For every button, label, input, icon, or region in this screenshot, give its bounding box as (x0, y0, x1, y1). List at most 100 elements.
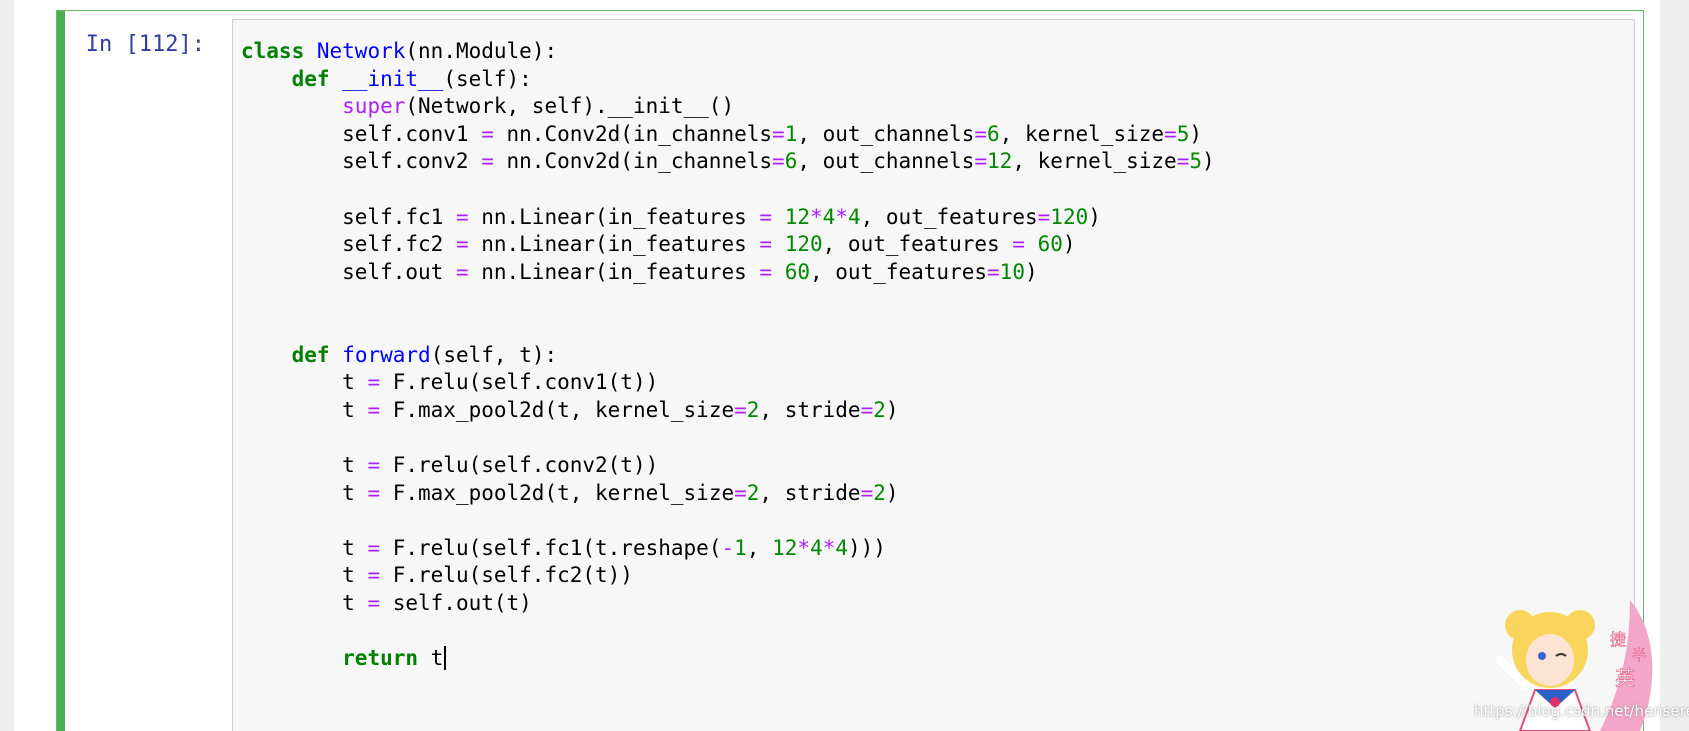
code-token-name: self.conv1 (241, 121, 482, 146)
code-token-op: - (721, 535, 735, 560)
code-token-num: 12 (772, 535, 798, 560)
code-token-num: 1 (784, 121, 798, 146)
code-token-op: = (367, 535, 381, 560)
code-token-num: 120 (1050, 204, 1089, 229)
code-editor[interactable]: class Network(nn.Module): def __init__(s… (232, 19, 1635, 731)
code-token-name: nn.Conv2d(in_channels (493, 121, 773, 146)
code-token-op: = (860, 397, 874, 422)
code-token-op: = (1012, 232, 1025, 257)
code-line: t = F.max_pool2d(t, kernel_size=2, strid… (241, 480, 898, 506)
code-token-num: 120 (784, 232, 823, 257)
notebook-panel: class Network(nn.Module): def __init__(s… (14, 0, 1660, 731)
code-token-op: * (797, 535, 811, 560)
code-token-op: = (860, 480, 874, 505)
code-token-op: = (759, 204, 773, 229)
code-token-num: 2 (746, 397, 760, 422)
code-token-punc: ) (1189, 121, 1203, 146)
code-token-name: self.fc2 (241, 232, 456, 257)
code-token-op: = (734, 397, 747, 422)
code-token-num: 5 (1189, 149, 1202, 174)
code-token-name: F.relu(self.fc2(t)) (380, 563, 633, 588)
text-cursor (444, 646, 447, 671)
code-token-punc: ))) (848, 535, 886, 560)
code-token-name (772, 232, 785, 256)
code-token-name: self.conv2 (241, 149, 482, 174)
code-line: self.conv2 = nn.Conv2d(in_channels = 6, ou… (241, 148, 1215, 174)
code-token-name: F.relu(self.fc1(t.reshape( (380, 535, 722, 560)
code-token-name: t (241, 453, 368, 477)
code-token-punc: ) (1202, 149, 1215, 174)
code-token-op: = (1164, 121, 1177, 146)
code-token-op: = (734, 480, 747, 505)
watermark-url: https://blog.csdn.net/hensere (1474, 702, 1689, 720)
code-token-punc: ) (1088, 204, 1101, 229)
code-token-op: * (835, 204, 848, 229)
code-token-op: = (455, 204, 469, 229)
code-token-punc: , out_features (810, 259, 988, 284)
code-token-name (1025, 232, 1038, 256)
cell-selected-bar (57, 11, 65, 731)
code-token-name (241, 646, 342, 670)
code-token-punc: (self): (443, 66, 532, 91)
code-token-punc: (Network, self).__init__() (405, 94, 735, 119)
code-token-name: nn.Linear(in_features (468, 232, 760, 257)
code-token-name (241, 67, 292, 91)
code-token-name: t (241, 591, 368, 615)
code-line: class Network(nn.Module): (241, 38, 557, 64)
code-token-op: = (974, 149, 988, 174)
code-token-num: 2 (873, 480, 886, 505)
code-token-op: * (822, 535, 836, 560)
code-token-op: = (367, 480, 381, 505)
code-token-op: = (1176, 149, 1190, 174)
code-token-num: 1 (734, 535, 747, 560)
code-token-punc: , out_features (822, 232, 1013, 257)
input-prompt: In [112]: (85, 32, 205, 57)
code-token-punc: ) (1062, 232, 1076, 257)
code-token-num: 2 (873, 397, 886, 422)
code-token-name (241, 343, 292, 367)
code-token-punc: (self, t): (430, 342, 558, 367)
page-left-gutter (0, 0, 14, 731)
code-token-name: nn.Linear(in_features (468, 204, 760, 229)
code-token-name: self.out (241, 259, 456, 284)
code-token-op: = (455, 232, 469, 257)
code-line: t = self.out(t) (241, 590, 532, 616)
code-token-punc: , out_features (860, 204, 1038, 229)
code-token-punc: , out_channels (797, 149, 975, 174)
code-token-kw: def (291, 66, 330, 91)
code-token-op: = (759, 232, 773, 257)
mascot-char-1: 捷 (1610, 630, 1626, 649)
code-token-name (772, 205, 785, 229)
code-token-name: t (241, 480, 368, 505)
code-token-def: Network (316, 39, 406, 63)
mascot-char-3: 英 (1615, 666, 1635, 690)
code-cell[interactable]: class Network(nn.Module): def __init__(s… (56, 10, 1644, 731)
code-token-num: 5 (1176, 121, 1190, 146)
code-token-builtin: super (342, 94, 406, 119)
code-line: def __init__(self): (241, 66, 532, 92)
code-token-op: = (974, 121, 988, 146)
mascot-char-2: 半 (1632, 648, 1646, 664)
code-token-num: 6 (784, 149, 798, 174)
code-token-num: 4 (847, 204, 861, 229)
code-token-kw: def (291, 342, 330, 367)
code-token-name: t (241, 370, 368, 395)
code-token-name (772, 260, 785, 284)
code-token-name: nn.Conv2d(in_channels (493, 149, 773, 174)
code-token-num: 4 (822, 204, 836, 229)
code-token-num: 10 (999, 259, 1025, 284)
code-line: self.out = nn.Linear(in_features = 60, o… (241, 259, 1038, 285)
code-line: self.fc1 = nn.Linear(in_features = 12*4*… (241, 204, 1101, 230)
code-token-name: F.relu(self.conv1(t)) (380, 370, 659, 395)
code-token-num: 2 (746, 480, 760, 505)
code-token-name: t (241, 535, 368, 560)
code-token-name: self.fc1 (241, 204, 456, 229)
code-token-punc: , kernel_size (1012, 149, 1177, 174)
code-token-punc: ) (1024, 259, 1038, 284)
code-token-op: = (367, 370, 381, 395)
code-line: t = F.relu(self.fc1(t.reshape(-1, 12*4*4… (241, 535, 886, 561)
code-token-name: t (418, 646, 444, 671)
code-token-name (241, 94, 342, 118)
code-line: self.conv1 = nn.Conv2d(in_channels=1, ou… (241, 121, 1202, 147)
code-token-op: = (367, 591, 381, 615)
